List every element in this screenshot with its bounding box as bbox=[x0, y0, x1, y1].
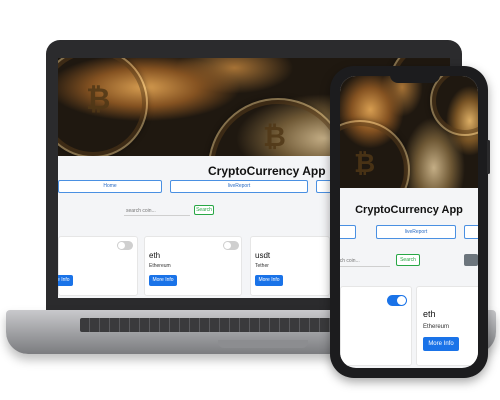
coin-card-eth: eth Ethereum More Info bbox=[144, 236, 242, 296]
nav-home-button[interactable]: Home bbox=[58, 180, 162, 193]
coin-symbol: usdt bbox=[255, 251, 271, 260]
search-input[interactable] bbox=[340, 256, 390, 267]
coin-card-eth: eth Ethereum More Info bbox=[416, 286, 478, 366]
laptop-hinge-notch bbox=[218, 340, 308, 348]
coin-card bbox=[340, 286, 412, 366]
favorite-toggle[interactable] bbox=[117, 241, 133, 250]
coin-name: Tether bbox=[255, 263, 269, 269]
nav-home-button[interactable] bbox=[340, 225, 356, 239]
nav-extra-button[interactable] bbox=[464, 225, 478, 239]
phone-side-button bbox=[487, 140, 490, 174]
coin-name: Ethereum bbox=[423, 324, 450, 330]
search-button[interactable]: Search bbox=[194, 205, 214, 215]
more-info-button[interactable]: More Info bbox=[58, 275, 73, 286]
search-input[interactable] bbox=[124, 206, 190, 216]
more-info-button[interactable]: More Info bbox=[423, 337, 459, 351]
phone-screen: ₿ CryptoCurrency App liveReport Search e… bbox=[340, 76, 478, 368]
nav-livereport-button[interactable]: liveReport bbox=[170, 180, 308, 193]
bitcoin-symbol-icon: ₿ bbox=[263, 120, 286, 153]
more-info-button[interactable]: More Info bbox=[255, 275, 283, 286]
more-info-button[interactable]: More Info bbox=[149, 275, 177, 286]
coin-card: More Info bbox=[58, 236, 138, 296]
bitcoin-coin-image bbox=[430, 76, 478, 136]
favorite-toggle[interactable] bbox=[223, 241, 239, 250]
coin-card-usdt: usdt Tether More Info bbox=[250, 236, 330, 296]
coin-symbol: eth bbox=[149, 251, 161, 260]
phone-notch bbox=[390, 74, 440, 83]
hero-banner-image: ₿ bbox=[340, 76, 478, 188]
coin-symbol: eth bbox=[423, 309, 436, 319]
search-button[interactable]: Search bbox=[396, 254, 420, 266]
nav-livereport-button[interactable]: liveReport bbox=[376, 225, 456, 239]
bitcoin-symbol-icon: ₿ bbox=[86, 82, 111, 117]
bitcoin-symbol-icon: ₿ bbox=[354, 149, 376, 179]
favorite-toggle[interactable] bbox=[387, 295, 407, 306]
laptop-keyboard bbox=[80, 318, 340, 332]
search-button-secondary[interactable] bbox=[464, 254, 478, 266]
app-title: CryptoCurrency App bbox=[355, 204, 463, 216]
coin-name: Ethereum bbox=[149, 263, 171, 269]
